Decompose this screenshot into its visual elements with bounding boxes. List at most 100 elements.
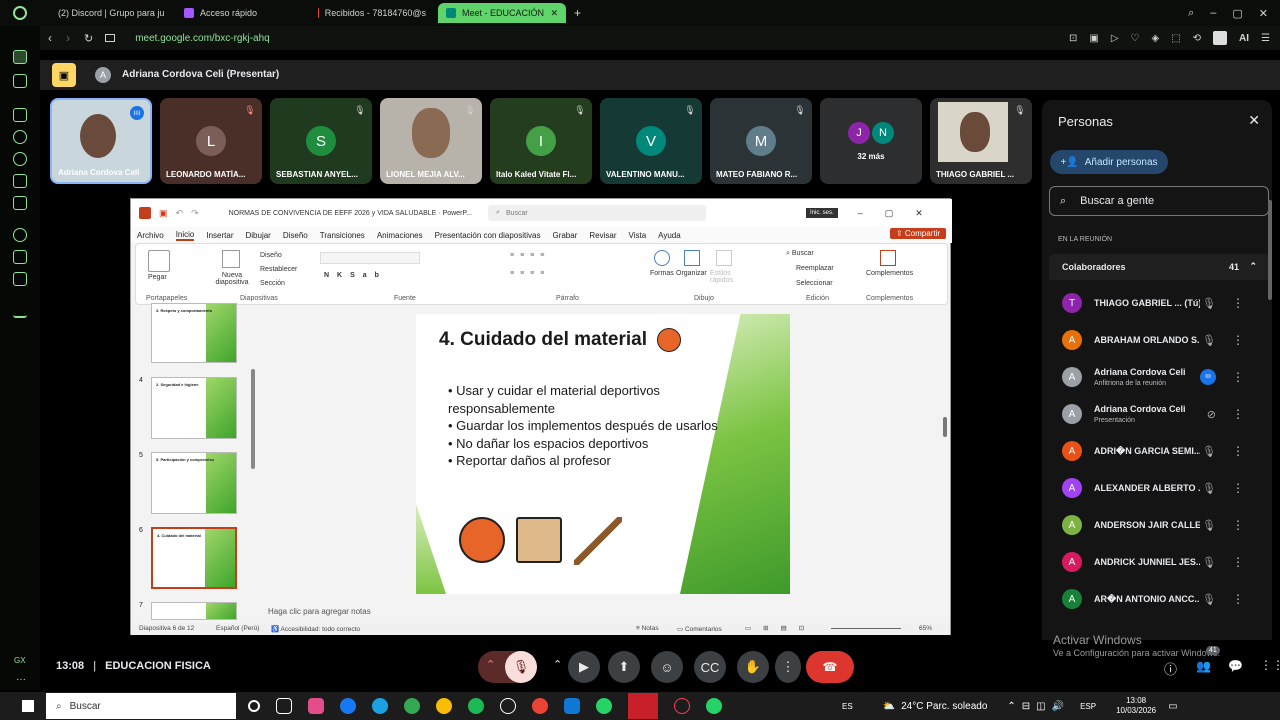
chat-icon[interactable]: 💬 — [1228, 659, 1243, 673]
replace-button[interactable]: Reemplazar — [796, 265, 834, 272]
bookmark-icon[interactable]: ⊡ — [1069, 33, 1077, 44]
select-button[interactable]: Seleccionar — [796, 280, 833, 287]
participant-tile[interactable]: L 🎙︎ LEONARDO MATÍA... — [160, 98, 262, 184]
chrome-icon[interactable] — [404, 698, 420, 714]
new-slide-button[interactable] — [222, 250, 240, 268]
download-icon[interactable] — [13, 304, 27, 318]
menu-diseno[interactable]: Diseño — [283, 231, 308, 240]
close-icon[interactable]: ✕ — [915, 208, 923, 219]
twitch-icon[interactable] — [13, 250, 27, 264]
slide-thumbnail[interactable]: 3. Respeto y comportamiento — [151, 303, 237, 363]
back-icon[interactable]: ‹ — [48, 31, 52, 45]
mic-off-icon[interactable]: 🎙︎ — [1202, 334, 1216, 347]
notes-icon[interactable] — [13, 174, 27, 188]
participant-tile[interactable]: 🎙︎ LIONEL MEJIA ALV... — [380, 98, 482, 184]
arrange-button[interactable] — [684, 250, 700, 266]
start-icon[interactable] — [22, 700, 34, 712]
cortana-icon[interactable] — [248, 700, 260, 712]
slide-thumbnail[interactable] — [151, 602, 237, 620]
facebook-icon[interactable] — [340, 698, 356, 714]
menu-animaciones[interactable]: Animaciones — [377, 231, 423, 240]
menu-icon[interactable]: ☰ — [1261, 33, 1270, 44]
leave-call-button[interactable]: ☎ — [806, 651, 854, 683]
gx-icon[interactable]: GX — [14, 656, 26, 665]
share-button[interactable]: ⇪ Compartir — [889, 228, 946, 239]
raise-hand-button[interactable]: ✋ — [737, 651, 769, 683]
keyboard-layout[interactable]: ESP — [1080, 702, 1096, 711]
m-icon[interactable] — [13, 196, 27, 210]
paste-button[interactable] — [148, 250, 170, 272]
person-row[interactable]: A ALEXANDER ALBERTO ... 🎙︎ ⋮ — [1062, 471, 1262, 505]
present-screen-button[interactable]: ⬆ — [608, 651, 640, 683]
person-row[interactable]: A Adriana Cordova Celi Presentación ⊘ ⋮ — [1062, 397, 1262, 431]
info-icon[interactable]: ⓘ — [1164, 659, 1177, 678]
close-panel-icon[interactable]: ✕ — [1248, 112, 1260, 129]
mic-options-icon[interactable]: ⌃ — [486, 658, 495, 671]
more-options-button[interactable]: ⋮ — [775, 651, 801, 683]
task-view-icon[interactable] — [276, 698, 292, 714]
notes-placeholder[interactable]: Haga clic para agregar notas — [268, 607, 371, 616]
mic-off-icon[interactable]: 🎙︎ — [1202, 556, 1216, 569]
view-buttons[interactable]: ▭⊞▤⊡ — [745, 624, 816, 632]
more-options-icon[interactable]: ⋮ — [1232, 407, 1244, 421]
menu-vista[interactable]: Vista — [629, 231, 647, 240]
align-buttons[interactable]: ≡≡≡≡ — [510, 270, 550, 277]
more-options-icon[interactable]: ⋮ — [1232, 333, 1244, 347]
reload-icon[interactable]: ↻ — [84, 32, 93, 45]
minimize-icon[interactable]: – — [858, 208, 863, 218]
taskbar-search[interactable]: ⌕ Buscar — [46, 693, 236, 719]
people-search[interactable]: ⌕ Buscar a gente — [1049, 186, 1269, 216]
more-options-icon[interactable]: ⋮ — [1232, 592, 1244, 606]
person-row[interactable]: A ABRAHAM ORLANDO S... 🎙︎ ⋮ — [1062, 323, 1262, 357]
comments-button[interactable]: ▭ Comentarios — [677, 625, 722, 633]
more-icon[interactable]: ··· — [16, 674, 26, 685]
new-tab-icon[interactable]: + — [574, 6, 581, 20]
menu-inicio[interactable]: Inicio — [175, 230, 195, 241]
extension-icon[interactable]: ⬚ — [1171, 33, 1180, 44]
menu-archivo[interactable]: Archivo — [137, 231, 164, 240]
person-row[interactable]: T THIAGO GABRIEL ... (Tú) 🎙︎ ⋮ — [1062, 286, 1262, 320]
paragraph-buttons[interactable]: ≡≡≡≡ — [510, 252, 550, 259]
video-off-icon[interactable]: ⊘ — [1207, 408, 1216, 421]
camera-options-icon[interactable]: ⌃ — [553, 658, 562, 671]
gaming-icon[interactable] — [13, 74, 27, 88]
close-window-icon[interactable]: ✕ — [1259, 7, 1268, 20]
person-row[interactable]: A AR�N ANTONIO ANCC... 🎙︎ ⋮ — [1062, 582, 1262, 616]
participant-tile[interactable]: ııı Adriana Cordova Celi — [50, 98, 152, 184]
browser-logo-icon[interactable] — [13, 6, 27, 20]
zoom-slider[interactable] — [831, 628, 901, 629]
more-options-icon[interactable]: ⋮ — [1232, 370, 1244, 384]
opera-gx-icon[interactable] — [674, 698, 690, 714]
menu-insertar[interactable]: Insertar — [206, 231, 233, 240]
participant-tile[interactable]: I 🎙︎ Italo Kaled Vitate Fl... — [490, 98, 592, 184]
tab-quick-access[interactable]: Acceso rápido — [176, 3, 296, 23]
captions-button[interactable]: CC — [694, 651, 726, 683]
cube-icon[interactable]: ◈ — [1151, 33, 1159, 44]
active-app-icon[interactable] — [628, 693, 658, 719]
save-icon[interactable]: ▣ — [159, 208, 168, 219]
person-row[interactable]: A ANDRICK JUNNIEL JES... 🎙︎ ⋮ — [1062, 545, 1262, 579]
search-tabs-icon[interactable]: ⌕ — [1188, 7, 1194, 20]
messenger-icon[interactable] — [13, 108, 27, 122]
mic-off-icon[interactable]: 🎙︎ — [1202, 519, 1216, 532]
person-row[interactable]: A ADRI�N GARCIA SEMI... 🎙︎ ⋮ — [1062, 434, 1262, 468]
more-options-icon[interactable]: ⋮ — [1232, 518, 1244, 532]
site-info-icon[interactable] — [105, 34, 116, 42]
chrome-profile-icon[interactable] — [436, 698, 452, 714]
participant-tile[interactable]: V 🎙︎ VALENTINO MANU... — [600, 98, 702, 184]
signin-button[interactable]: Inic. ses. — [806, 208, 838, 218]
styles-button[interactable] — [716, 250, 732, 266]
menu-grabar[interactable]: Grabar — [552, 231, 577, 240]
edge-icon[interactable] — [372, 698, 388, 714]
whatsapp-icon[interactable] — [706, 698, 722, 714]
collaborators-header[interactable]: Colaboradores 41 ⌃ — [1049, 254, 1269, 280]
url-field[interactable]: meet.google.com/bxc-rgkj-ahq — [135, 33, 270, 44]
maximize-icon[interactable]: ▢ — [885, 208, 894, 219]
slide-scrollbar[interactable] — [943, 417, 947, 437]
menu-presentacion[interactable]: Presentación con diapositivas — [435, 231, 541, 240]
home-icon[interactable] — [13, 50, 27, 64]
menu-ayuda[interactable]: Ayuda — [658, 231, 681, 240]
more-options-icon[interactable]: ⋮ — [1232, 444, 1244, 458]
redo-icon[interactable]: ↷ — [191, 208, 199, 219]
close-tab-icon[interactable]: ✕ — [550, 8, 558, 19]
